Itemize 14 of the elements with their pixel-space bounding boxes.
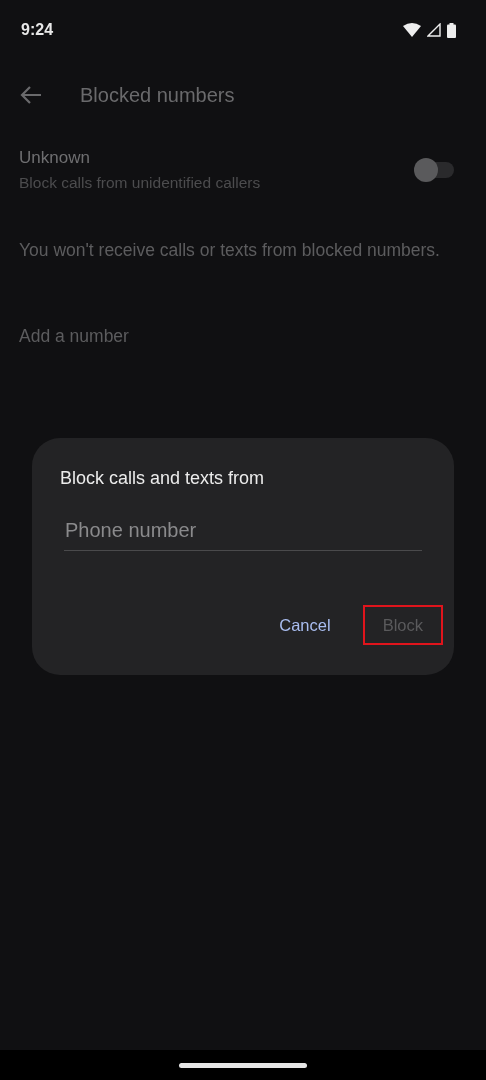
add-number-link[interactable]: Add a number	[19, 326, 129, 347]
wifi-icon	[403, 23, 421, 37]
back-arrow-icon[interactable]	[20, 85, 42, 105]
dialog-button[interactable]: Cancel	[259, 605, 351, 645]
status-time: 9:24	[21, 21, 54, 39]
dialog-title: Block calls and texts from	[60, 468, 266, 489]
battery-icon	[447, 22, 456, 38]
signal-icon	[427, 23, 441, 37]
setting-subtitle: Block calls from unidentified callers	[19, 174, 261, 192]
home-handle[interactable]	[179, 1062, 307, 1068]
setting-title: Unknown	[19, 148, 91, 168]
page-title: Blocked numbers	[80, 83, 235, 107]
phone-number-field[interactable]: Phone number	[64, 513, 422, 551]
description-text: You won't receive calls or texts from blocked numbers.	[19, 239, 441, 262]
